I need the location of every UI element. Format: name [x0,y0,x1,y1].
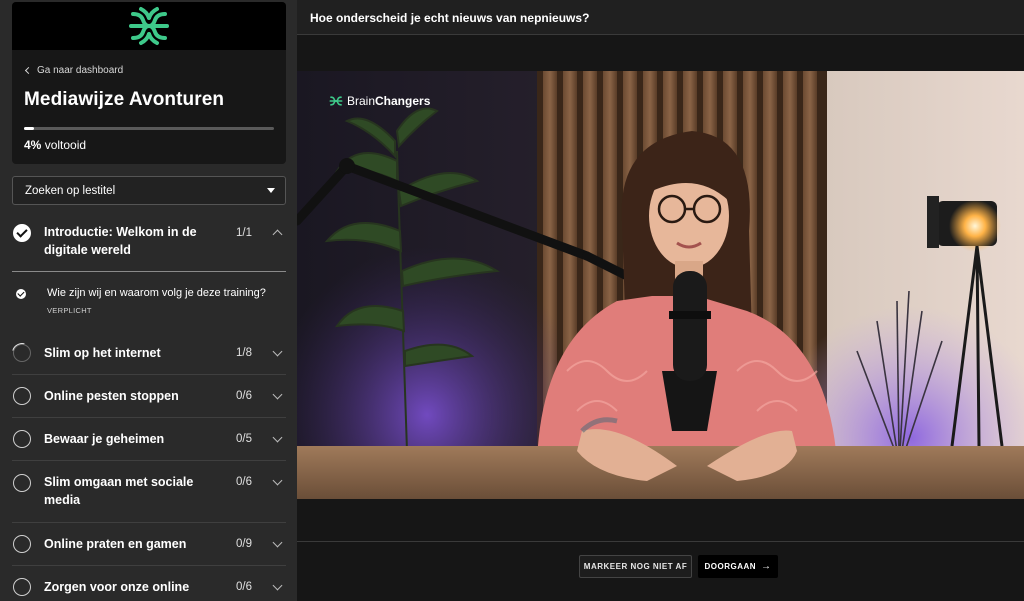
arrow-right-icon: → [761,561,772,572]
lesson-search-placeholder: Zoeken op lestitel [25,184,116,197]
chevron-down-icon[interactable] [272,537,283,548]
section-introductie[interactable]: Introductie: Welkom in de digitale werel… [12,214,286,272]
course-title: Mediawijze Avonturen [24,89,225,110]
lesson-topbar: Hoe onderscheid je echt nieuws van nepni… [297,0,1024,35]
progress-circle-icon [13,344,31,362]
section-count: 0/6 [236,390,252,402]
section-count: 0/5 [236,433,252,445]
course-sidebar: Ga naar dashboard Mediawijze Avonturen 4… [0,0,297,601]
empty-circle-icon [13,578,31,596]
chevron-down-icon[interactable] [272,475,283,486]
course-progress-fill [24,127,34,130]
section-count: 0/6 [236,476,252,488]
section-sociale-media[interactable]: Slim omgaan met sociale media 0/6 [12,461,286,523]
section-count: 0/9 [236,538,252,550]
lesson-required-tag: VERPLICHT [47,306,92,315]
section-title: Online praten en gamen [44,537,187,551]
lesson-action-bar: MARKEER NOG NIET AF DOORGAAN → [297,541,1024,601]
section-count: 1/1 [236,227,252,239]
empty-circle-icon [13,474,31,492]
chevron-down-icon[interactable] [272,389,283,400]
progress-percent: 4% [24,138,42,152]
empty-circle-icon [13,535,31,553]
continue-label: DOORGAAN [704,562,757,571]
mark-incomplete-label: MARKEER NOG NIET AF [583,562,688,571]
section-zorgen-voor-onze-online[interactable]: Zorgen voor onze online 0/6 [12,566,286,601]
section-online-praten-en-gamen[interactable]: Online praten en gamen 0/9 [12,523,286,566]
mark-incomplete-button[interactable]: MARKEER NOG NIET AF [579,555,692,578]
video-frame-image [297,71,1024,499]
course-progress-bar [24,127,274,130]
section-title: Introductie: Welkom in de digitale werel… [44,225,197,257]
brand-logo-bar [12,2,286,50]
lesson-item-wie-zijn-wij[interactable]: Wie zijn wij en waarom volg je deze trai… [12,280,286,320]
chevron-down-icon[interactable] [272,432,283,443]
logo-text-light: Brain [347,94,376,108]
check-circle-icon [13,224,31,242]
section-bewaar-je-geheimen[interactable]: Bewaar je geheimen 0/5 [12,418,286,461]
chevron-up-icon[interactable] [272,229,283,240]
empty-circle-icon [13,430,31,448]
chevron-down-icon[interactable] [272,580,283,591]
brainchangers-mark-icon [329,96,343,106]
lesson-search-dropdown[interactable]: Zoeken op lestitel [12,176,286,205]
lesson-main-panel: Hoe onderscheid je echt nieuws van nepni… [297,0,1024,601]
section-slim-op-het-internet[interactable]: Slim op het internet 1/8 [12,332,286,375]
empty-circle-icon [13,387,31,405]
video-player[interactable]: BrainChangers [297,71,1024,499]
course-header-card: Ga naar dashboard Mediawijze Avonturen 4… [12,2,286,164]
section-count: 1/8 [236,347,252,359]
logo-text-bold: Changers [375,94,431,108]
back-to-dashboard-link[interactable]: Ga naar dashboard [24,65,124,76]
section-online-pesten-stoppen[interactable]: Online pesten stoppen 0/6 [12,375,286,418]
caret-down-icon [267,188,275,193]
brainchangers-logo-icon [129,7,169,45]
lesson-title: Wie zijn wij en waarom volg je deze trai… [47,287,266,299]
section-title: Zorgen voor onze online [44,580,190,594]
section-count: 0/6 [236,581,252,593]
video-watermark-logo: BrainChangers [329,94,430,108]
chevron-down-icon[interactable] [272,346,283,357]
check-icon [16,289,26,299]
progress-suffix: voltooid [44,138,87,152]
section-title: Slim omgaan met sociale media [44,475,194,507]
section-title: Online pesten stoppen [44,389,179,403]
section-title: Slim op het internet [44,346,161,360]
continue-button[interactable]: DOORGAAN → [698,555,778,578]
chevron-left-icon [24,66,33,75]
back-link-label: Ga naar dashboard [37,65,124,76]
progress-text: 4% voltooid [24,138,86,152]
lesson-title: Hoe onderscheid je echt nieuws van nepni… [310,11,590,25]
section-title: Bewaar je geheimen [44,432,165,446]
